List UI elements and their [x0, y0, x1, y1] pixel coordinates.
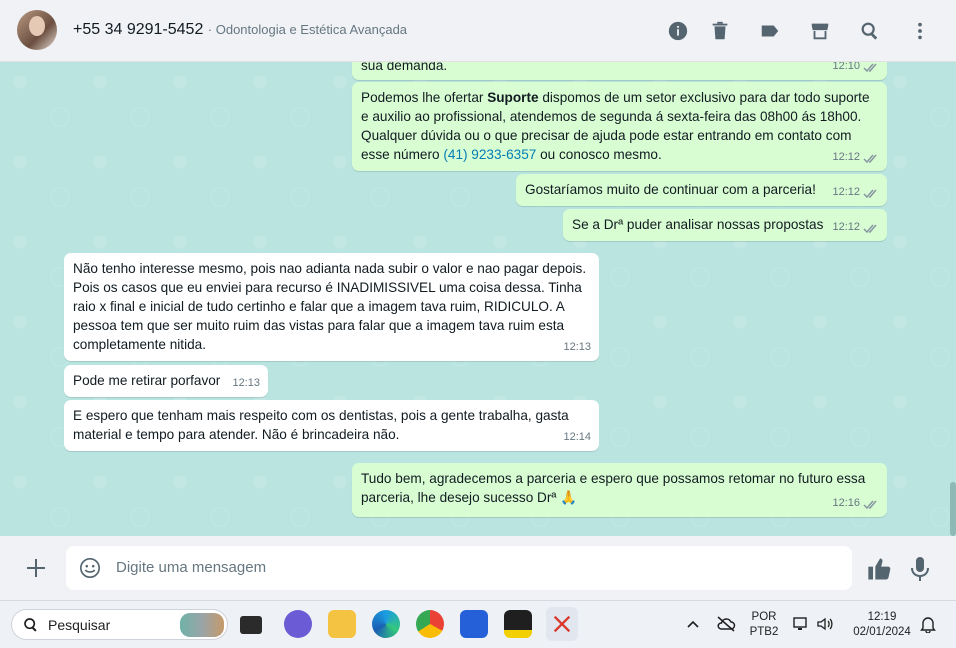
info-icon[interactable]: [666, 19, 690, 43]
message-in[interactable]: Não tenho interesse mesmo, pois nao adia…: [64, 253, 599, 361]
microphone-icon[interactable]: [908, 555, 932, 583]
language-code: POR: [751, 611, 777, 623]
read-ticks-icon: [863, 62, 879, 73]
read-ticks-icon: [863, 187, 879, 199]
message-text: Pode me retirar porfavor: [73, 373, 221, 388]
clock-time: 12:19: [867, 611, 897, 623]
message-text: E espero que tenham mais respeito com os…: [73, 408, 573, 442]
chat-scrollbar[interactable]: [950, 482, 956, 536]
system-clock[interactable]: 12:19 02/01/2024: [846, 610, 918, 640]
message-text: Tudo bem, agradecemos a parceria e esper…: [361, 471, 870, 505]
message-text: Podemos lhe ofertar Suporte dispomos de …: [361, 90, 874, 162]
message-placeholder: Digite uma mensagem: [116, 559, 267, 576]
windows-taskbar: Pesquisar POR PTB2 12:19 02/01/2024: [0, 600, 956, 648]
file-explorer-icon[interactable]: [328, 610, 356, 638]
contact-phone: +55 34 9291-5452: [73, 21, 204, 38]
read-ticks-icon: [863, 222, 879, 234]
chrome-browser-icon[interactable]: [416, 610, 444, 638]
bold-text: Suporte: [487, 90, 539, 105]
label-icon[interactable]: [758, 19, 782, 43]
message-time: 12:12: [832, 186, 860, 198]
message-in[interactable]: E espero que tenham mais respeito com os…: [64, 400, 599, 451]
chat-app-icon[interactable]: [284, 610, 312, 638]
thumbs-up-icon[interactable]: [866, 555, 894, 583]
contact-info[interactable]: +55 34 9291-5452 · Odontologia e Estétic…: [73, 21, 407, 39]
chat-area[interactable]: sua demanda. 12:10 Podemos lhe ofertar S…: [0, 62, 956, 536]
task-view-icon[interactable]: [240, 616, 262, 634]
notification-bell-icon[interactable]: [920, 615, 936, 634]
message-time: 12:16: [832, 497, 860, 509]
message-out[interactable]: Tudo bem, agradecemos a parceria e esper…: [352, 463, 887, 517]
message-time: 12:10: [832, 62, 860, 72]
message-text: Não tenho interesse mesmo, pois nao adia…: [73, 261, 590, 352]
menu-icon[interactable]: [908, 19, 932, 43]
message-out[interactable]: Podemos lhe ofertar Suporte dispomos de …: [352, 82, 887, 171]
search-icon: [24, 618, 37, 632]
read-ticks-icon: [863, 498, 879, 510]
taskbar-search[interactable]: Pesquisar: [11, 609, 228, 640]
trash-icon[interactable]: [708, 19, 732, 43]
message-out[interactable]: Gostaríamos muito de continuar com a par…: [516, 174, 887, 206]
search-label: Pesquisar: [48, 617, 111, 633]
message-text: sua demanda.: [361, 62, 448, 73]
search-icon[interactable]: [858, 19, 882, 43]
read-ticks-icon: [863, 152, 879, 164]
message-composer: Digite uma mensagem: [0, 536, 956, 600]
network-icon[interactable]: [792, 615, 810, 633]
keyboard-layout: PTB2: [749, 626, 779, 638]
message-text: Gostaríamos muito de continuar com a par…: [525, 182, 816, 197]
chevron-up-icon[interactable]: [686, 617, 700, 631]
message-time: 12:14: [563, 431, 591, 443]
contact-avatar[interactable]: [17, 10, 57, 50]
message-input[interactable]: Digite uma mensagem: [66, 546, 852, 590]
message-time: 12:12: [832, 221, 860, 233]
message-in[interactable]: Pode me retirar porfavor 12:13: [64, 365, 268, 397]
clock-date: 02/01/2024: [853, 626, 911, 638]
emoji-icon[interactable]: [79, 557, 101, 579]
contact-subtitle: · Odontologia e Estética Avançada: [207, 22, 408, 37]
input-language[interactable]: POR PTB2: [748, 610, 780, 640]
volume-icon[interactable]: [816, 615, 834, 633]
message-time: 12:13: [232, 377, 260, 389]
chat-header: +55 34 9291-5452 · Odontologia e Estétic…: [0, 0, 956, 62]
search-highlight-icon: [180, 613, 224, 637]
store-app-icon[interactable]: [460, 610, 488, 638]
store-icon[interactable]: [808, 19, 832, 43]
edge-browser-icon[interactable]: [372, 610, 400, 638]
message-out[interactable]: sua demanda. 12:10: [352, 62, 887, 80]
sticky-notes-icon[interactable]: [504, 610, 532, 638]
message-time: 12:13: [563, 341, 591, 353]
phone-link[interactable]: (41) 9233-6357: [443, 147, 536, 162]
message-time: 12:12: [832, 151, 860, 163]
cloud-offline-icon[interactable]: [716, 615, 736, 633]
message-out[interactable]: Se a Drª puder analisar nossas propostas…: [563, 209, 887, 241]
snipping-tool-icon[interactable]: [546, 607, 578, 641]
attach-plus-icon[interactable]: [24, 556, 48, 580]
